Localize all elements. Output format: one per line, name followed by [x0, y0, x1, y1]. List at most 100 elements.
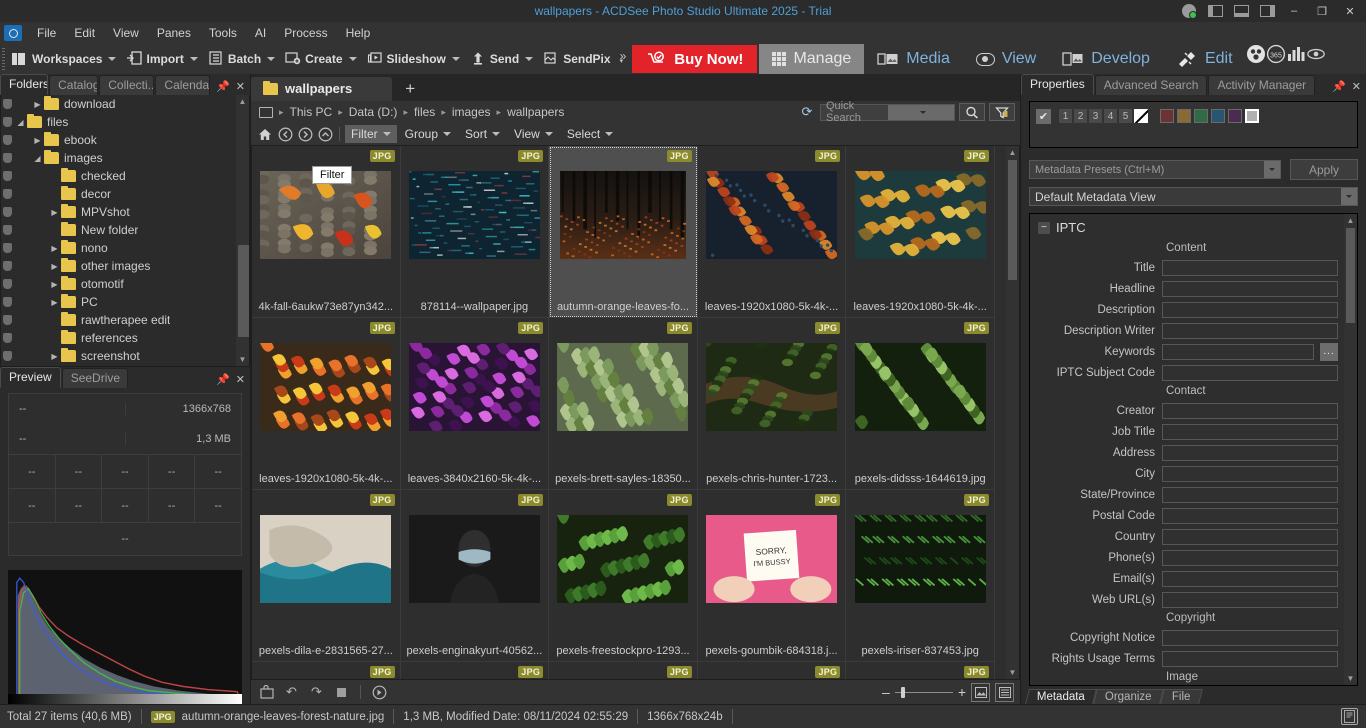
- account-icon[interactable]: [1176, 0, 1202, 22]
- folder-tree-item-images[interactable]: ◢ images: [1, 149, 249, 167]
- thumbnail-cell[interactable]: JPG 878114--wallpaper.jpg: [400, 146, 550, 318]
- breadcrumb-wallpapers[interactable]: wallpapers: [503, 103, 568, 121]
- search-input[interactable]: Quick Search: [820, 100, 955, 124]
- sendpix-button[interactable]: SendPix: [538, 44, 615, 74]
- thumbnail-cell[interactable]: JPG: [549, 662, 698, 679]
- folder-tree-item-checked[interactable]: checked: [1, 167, 249, 185]
- pin-icon[interactable]: 📌: [216, 80, 230, 93]
- workspaces-button[interactable]: Workspaces: [7, 44, 121, 74]
- close-icon[interactable]: ✕: [1352, 80, 1361, 93]
- chevron-down-icon[interactable]: [525, 57, 534, 61]
- close-icon[interactable]: ✕: [236, 80, 245, 93]
- folder-tree-item-decor[interactable]: decor: [1, 185, 249, 203]
- tab-metadata[interactable]: Metadata: [1025, 689, 1097, 704]
- metadata-field-input[interactable]: [1162, 364, 1338, 381]
- color-label-swatch-3[interactable]: [1194, 109, 1208, 123]
- thumbnail-view-icon[interactable]: [971, 682, 990, 702]
- pin-icon[interactable]: 📌: [1332, 80, 1346, 93]
- bottom-pane-toggle-icon[interactable]: [1228, 0, 1254, 22]
- tab-catalog[interactable]: Catalog: [49, 75, 99, 95]
- breadcrumb-images[interactable]: images: [448, 103, 495, 121]
- mode-media[interactable]: Media: [864, 44, 963, 74]
- search-button[interactable]: [959, 103, 985, 121]
- chevron-down-icon[interactable]: [451, 57, 460, 61]
- thumbnail-image[interactable]: [260, 343, 392, 431]
- scroll-down-icon[interactable]: ▼: [1344, 672, 1357, 685]
- folder-tree-item-files[interactable]: ◢ files: [1, 113, 249, 131]
- metadata-field-input[interactable]: [1162, 423, 1338, 440]
- sort-button[interactable]: Sort: [459, 125, 506, 143]
- thumbnail-cell[interactable]: JPG: [252, 662, 401, 679]
- thumbnail-cell[interactable]: JPG pexels-iriser-837453.jpg: [846, 490, 995, 662]
- menu-panes[interactable]: Panes: [148, 23, 200, 43]
- scroll-up-icon[interactable]: ▲: [236, 95, 249, 108]
- menu-tools[interactable]: Tools: [200, 23, 246, 43]
- batch-button[interactable]: Batch: [203, 44, 280, 74]
- metadata-field-input[interactable]: [1162, 465, 1338, 482]
- chevron-down-icon[interactable]: [348, 57, 357, 61]
- filter-funnel-button[interactable]: [989, 103, 1015, 121]
- thumbnail-cell[interactable]: JPG pexels-didsss-1644619.jpg: [846, 318, 995, 490]
- metadata-field-input[interactable]: [1162, 549, 1338, 566]
- buy-now-button[interactable]: Buy Now!: [632, 45, 758, 73]
- chevron-down-icon[interactable]: [605, 132, 614, 136]
- thumbnail-cell[interactable]: JPG leaves-1920x1080-5k-4k-...: [846, 146, 995, 318]
- chevron-down-icon[interactable]: [108, 57, 117, 61]
- folder-tree-item-otomotif[interactable]: ▶ otomotif: [1, 275, 249, 293]
- metadata-preset-select[interactable]: Metadata Presets (Ctrl+M): [1029, 160, 1281, 179]
- zoom-slider[interactable]: [894, 686, 953, 698]
- thumbnail-image[interactable]: [559, 171, 686, 259]
- metadata-view-select[interactable]: Default Metadata View: [1029, 187, 1358, 206]
- mode-develop[interactable]: Develop: [1049, 44, 1163, 74]
- thumbnail-image[interactable]: [408, 343, 540, 431]
- chevron-down-icon[interactable]: [1341, 188, 1357, 205]
- thumbnail-cell[interactable]: JPG pexels-freestockpro-1293...: [549, 490, 698, 662]
- expand-arrow-icon[interactable]: ◢: [31, 154, 44, 163]
- rating-2[interactable]: 2: [1074, 109, 1087, 123]
- group-button[interactable]: Group: [399, 125, 457, 143]
- close-icon[interactable]: ✕: [236, 373, 245, 386]
- folder-tree-item-ebook[interactable]: ▶ ebook: [1, 131, 249, 149]
- thumbnail-grid-container[interactable]: JPG 4k-fall-6aukw73e87yn342... JPG 878114--…: [251, 145, 1020, 680]
- zoom-out-button[interactable]: –: [882, 684, 890, 700]
- people-icon[interactable]: [1246, 44, 1266, 64]
- chevron-down-icon[interactable]: [189, 57, 198, 61]
- apply-button[interactable]: Apply: [1290, 159, 1358, 180]
- file-tab-wallpapers[interactable]: wallpapers: [251, 77, 393, 101]
- stop-icon[interactable]: [332, 683, 351, 702]
- scroll-thumb[interactable]: [1346, 228, 1355, 323]
- chart-icon[interactable]: [1286, 44, 1306, 64]
- keywords-more-button[interactable]: ...: [1320, 342, 1338, 361]
- this-pc-icon[interactable]: [259, 106, 273, 118]
- view-button[interactable]: View: [508, 125, 559, 143]
- metadata-field-input[interactable]: [1162, 629, 1338, 646]
- menu-process[interactable]: Process: [275, 23, 336, 43]
- thumbnail-cell[interactable]: JPG pexels-dila-e-2831565-27...: [252, 490, 401, 662]
- thumbnail-image[interactable]: [408, 171, 540, 259]
- thumbnail-image[interactable]: [260, 171, 392, 259]
- mode-manage[interactable]: Manage: [759, 44, 865, 74]
- breadcrumb-this-pc[interactable]: This PC: [286, 103, 337, 121]
- color-label-swatch-4[interactable]: [1211, 109, 1225, 123]
- tag-checkbox[interactable]: ✔: [1036, 109, 1051, 124]
- thumbnail-cell[interactable]: JPG pexels-chris-hunter-1723...: [697, 318, 847, 490]
- thumbnail-image[interactable]: [260, 515, 392, 603]
- forward-icon[interactable]: [296, 125, 314, 143]
- metadata-field-input[interactable]: [1162, 570, 1338, 587]
- minimize-button[interactable]: –: [1280, 0, 1308, 22]
- tab-properties[interactable]: Properties: [1021, 74, 1094, 95]
- color-label-swatch-1[interactable]: [1160, 109, 1174, 123]
- thumbnail-cell[interactable]: JPG leaves-3840x2160-5k-4k-...: [400, 318, 550, 490]
- thumbnail-image[interactable]: SORRY, I'M BUSSY: [706, 515, 838, 603]
- chevron-down-icon[interactable]: [544, 132, 553, 136]
- rating-5[interactable]: 5: [1119, 109, 1132, 123]
- maximize-button[interactable]: ❐: [1308, 0, 1336, 22]
- filter-button[interactable]: Filter: [345, 125, 397, 143]
- folder-tree[interactable]: ▶ download ◢ files ▶ ebook ◢ images checked decor…: [0, 95, 250, 367]
- menu-edit[interactable]: Edit: [65, 23, 104, 43]
- tab-preview[interactable]: Preview: [0, 367, 61, 388]
- thumbnail-cell[interactable]: JPG leaves-1920x1080-5k-4k-...: [252, 318, 401, 490]
- zoom-control[interactable]: – +: [882, 682, 1014, 702]
- tab-calendar[interactable]: Calendar: [155, 75, 211, 95]
- thumbnail-image[interactable]: [854, 515, 986, 603]
